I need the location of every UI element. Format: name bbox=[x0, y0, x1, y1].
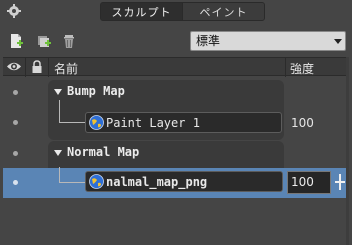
globe-icon bbox=[89, 115, 104, 130]
expand-triangle-icon[interactable] bbox=[54, 89, 62, 95]
column-name[interactable]: 名前 bbox=[54, 60, 78, 77]
lock-icon[interactable] bbox=[30, 60, 44, 74]
visibility-dot[interactable] bbox=[13, 151, 18, 156]
blend-mode-select[interactable]: 標準 bbox=[190, 31, 346, 51]
divider bbox=[25, 58, 26, 77]
divider bbox=[285, 58, 286, 77]
delete-layer-icon[interactable] bbox=[61, 33, 77, 49]
layer-group-row[interactable]: Bump Map bbox=[3, 78, 349, 140]
tab-sculpt[interactable]: スカルプト bbox=[101, 3, 182, 20]
tree-connector bbox=[59, 122, 85, 123]
visibility-dot[interactable] bbox=[13, 90, 18, 95]
strength-input[interactable]: 100 bbox=[287, 171, 331, 194]
layer-item[interactable]: nalmal_map_png bbox=[85, 171, 283, 192]
layer-row[interactable]: Paint Layer 1 100 bbox=[3, 100, 349, 138]
settings-icon[interactable] bbox=[6, 3, 22, 19]
divider bbox=[48, 58, 49, 77]
group-label: Bump Map bbox=[67, 84, 125, 98]
layer-name: nalmal_map_png bbox=[106, 175, 208, 189]
globe-icon bbox=[89, 174, 104, 189]
eye-icon[interactable] bbox=[6, 60, 22, 73]
group-label: Normal Map bbox=[67, 145, 140, 159]
scrollbar[interactable] bbox=[346, 57, 349, 245]
slider-handle-icon[interactable] bbox=[335, 174, 345, 190]
tree-connector bbox=[59, 100, 60, 122]
chevron-down-icon bbox=[334, 39, 342, 44]
mode-tabs: スカルプト ペイント bbox=[100, 2, 265, 21]
duplicate-layer-icon[interactable] bbox=[36, 33, 52, 49]
new-layer-icon[interactable] bbox=[8, 33, 24, 49]
layer-item[interactable]: Paint Layer 1 bbox=[85, 112, 282, 133]
tree-connector bbox=[59, 167, 60, 182]
layer-table-header: 名前 強度 bbox=[3, 57, 349, 77]
layer-row-selected[interactable]: nalmal_map_png 100 bbox=[3, 167, 349, 198]
blend-mode-value: 標準 bbox=[196, 34, 221, 48]
strength-value[interactable]: 100 bbox=[291, 116, 314, 130]
column-strength[interactable]: 強度 bbox=[290, 60, 314, 77]
layer-group-row[interactable]: Normal Map bbox=[3, 139, 349, 170]
expand-triangle-icon[interactable] bbox=[54, 150, 62, 156]
tree-connector bbox=[59, 182, 85, 183]
visibility-dot[interactable] bbox=[13, 120, 18, 125]
tab-paint[interactable]: ペイント bbox=[182, 3, 264, 20]
visibility-dot[interactable] bbox=[13, 180, 18, 185]
layer-name: Paint Layer 1 bbox=[106, 116, 200, 130]
